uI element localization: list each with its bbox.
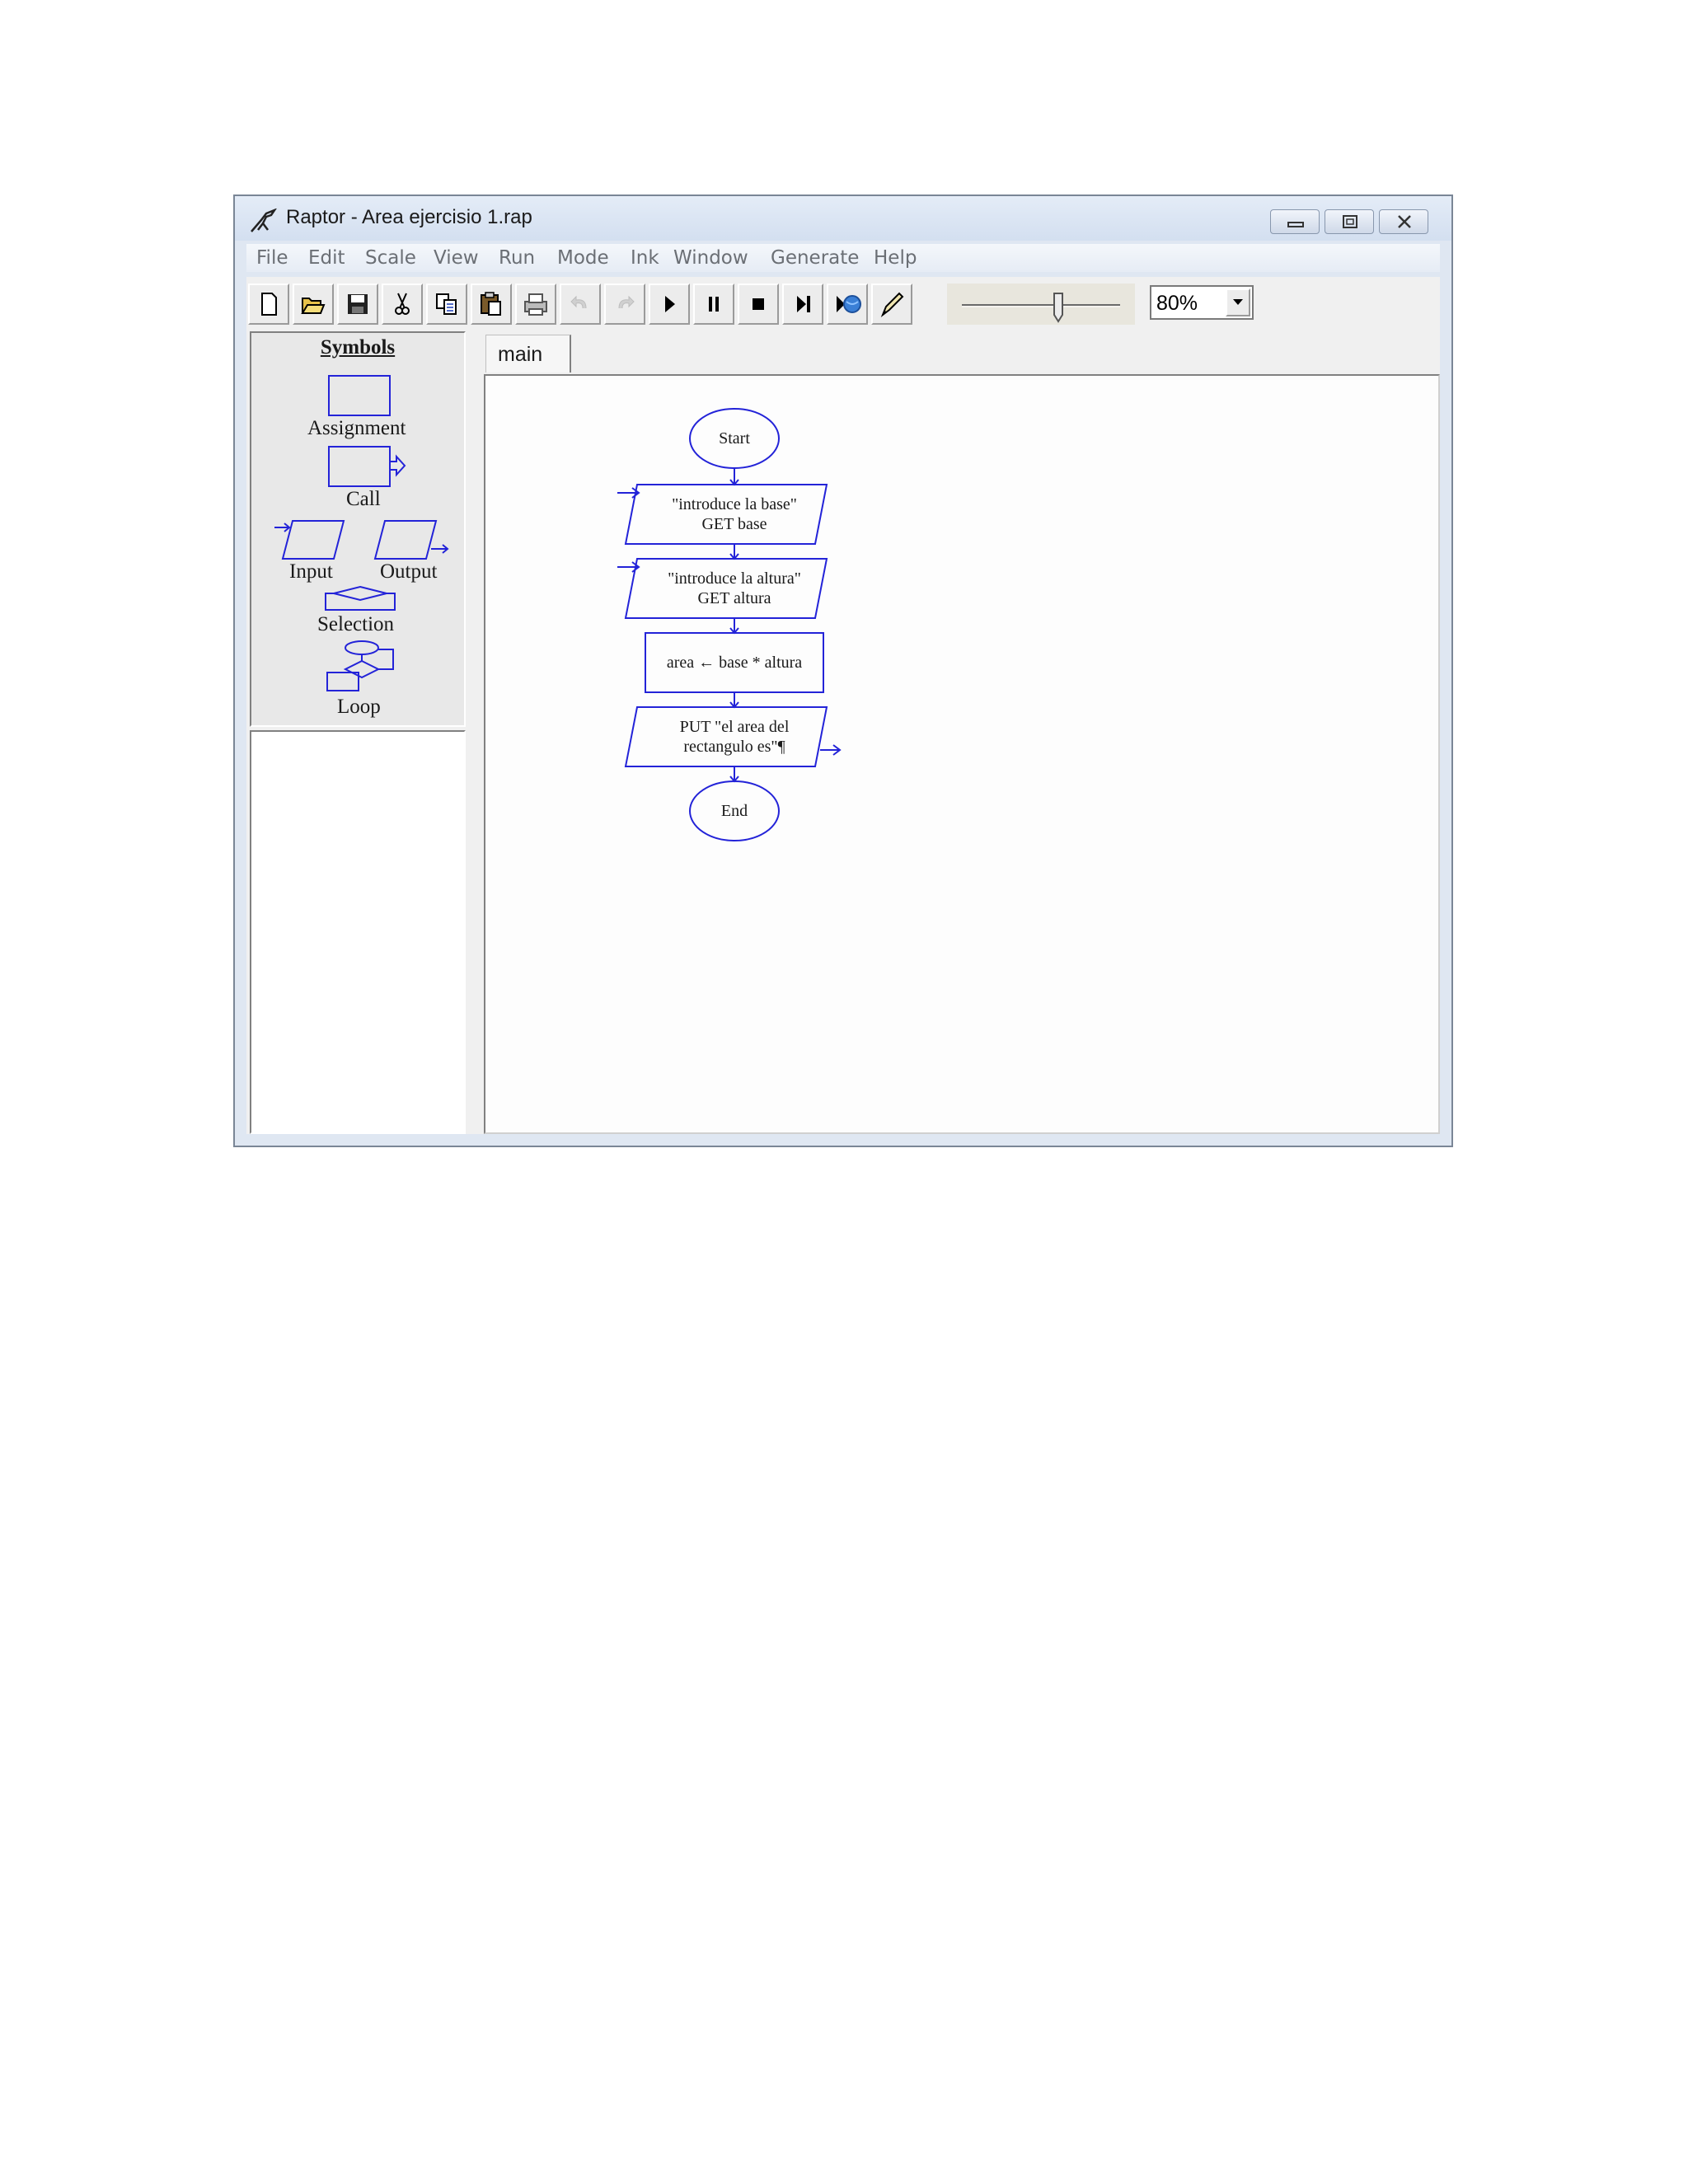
- input-altura-prompt: "introduce la altura": [668, 569, 801, 588]
- test-server-button[interactable]: [827, 284, 868, 325]
- menu-edit[interactable]: Edit: [308, 247, 345, 269]
- stop-icon: [753, 298, 764, 310]
- slider-thumb: [1053, 293, 1063, 323]
- toolbar: 80%: [246, 280, 1440, 328]
- assignment-symbol-icon[interactable]: [327, 374, 393, 417]
- loop-symbol-icon[interactable]: [324, 640, 398, 699]
- close-icon: [1398, 215, 1411, 228]
- step-button[interactable]: [782, 284, 823, 325]
- paste-icon: [481, 292, 501, 316]
- raptor-app-icon: [251, 209, 277, 232]
- chevron-down-icon: [1233, 299, 1243, 305]
- tab-main-label: main: [498, 343, 543, 366]
- flowchart-drawing: [617, 408, 842, 841]
- minimize-icon: [1287, 222, 1304, 227]
- maximize-icon: [1343, 215, 1357, 228]
- title-bar[interactable]: Raptor - Area ejercisio 1.rap: [235, 196, 1451, 241]
- save-button[interactable]: [337, 284, 378, 325]
- menu-file[interactable]: File: [256, 247, 288, 269]
- symbols-title: Symbols: [320, 336, 396, 359]
- redo-button[interactable]: [604, 284, 645, 325]
- input-altura-get: GET altura: [697, 589, 771, 607]
- cut-button[interactable]: [382, 284, 423, 325]
- selection-symbol-icon[interactable]: [322, 585, 398, 613]
- redo-icon: [618, 295, 635, 309]
- menu-window[interactable]: Window: [673, 247, 748, 269]
- save-icon: [348, 294, 368, 314]
- watch-panel: [250, 730, 466, 1134]
- pause-button[interactable]: [693, 284, 734, 325]
- undo-icon: [570, 295, 587, 309]
- paste-button[interactable]: [471, 284, 512, 325]
- selection-label: Selection: [317, 613, 395, 635]
- play-icon: [665, 296, 675, 312]
- step-icon: [797, 296, 810, 312]
- zoom-dropdown-button[interactable]: [1226, 288, 1250, 316]
- play-button[interactable]: [649, 284, 690, 325]
- cut-icon: [395, 293, 410, 315]
- output-line-2: rectangulo es"¶: [683, 738, 785, 756]
- flowchart-canvas[interactable]: Start "introduce la base" GET base "intr…: [484, 374, 1440, 1134]
- symbols-panel: Symbols Assignment Call Input Output Sel…: [250, 331, 466, 727]
- pause-icon: [709, 297, 719, 312]
- menu-generate[interactable]: Generate: [771, 247, 859, 269]
- print-button[interactable]: [515, 284, 556, 325]
- zoom-slider[interactable]: [947, 284, 1135, 325]
- output-line-1: PUT "el area del: [679, 718, 790, 736]
- output-symbol-icon[interactable]: [373, 518, 452, 562]
- input-label: Input: [289, 560, 333, 583]
- undo-button[interactable]: [560, 284, 601, 325]
- call-symbol-icon[interactable]: [327, 445, 410, 488]
- call-label: Call: [346, 488, 381, 510]
- copy-icon: [436, 293, 457, 315]
- start-label: Start: [719, 429, 750, 448]
- input-base-prompt: "introduce la base": [672, 495, 797, 513]
- loop-label: Loop: [337, 696, 381, 718]
- copy-button[interactable]: [426, 284, 467, 325]
- menu-ink[interactable]: Ink: [631, 247, 659, 269]
- assignment-label: Assignment: [307, 417, 406, 439]
- ink-pen-button[interactable]: [871, 284, 912, 325]
- open-folder-icon: [301, 298, 326, 314]
- assignment-statement: area ← base * altura: [666, 654, 803, 672]
- open-button[interactable]: [293, 284, 334, 325]
- print-icon: [524, 293, 547, 316]
- ink-pen-icon: [880, 292, 904, 317]
- app-window: Raptor - Area ejercisio 1.rap File Edit …: [233, 194, 1453, 1147]
- input-symbol-icon[interactable]: [273, 518, 347, 562]
- menu-bar: File Edit Scale View Run Mode Ink Window…: [246, 244, 1440, 272]
- window-title: Raptor - Area ejercisio 1.rap: [286, 206, 532, 228]
- minimize-button[interactable]: [1270, 209, 1320, 234]
- end-label: End: [720, 802, 748, 820]
- menu-scale[interactable]: Scale: [365, 247, 416, 269]
- close-button[interactable]: [1379, 209, 1428, 234]
- menu-help[interactable]: Help: [874, 247, 917, 269]
- tab-main[interactable]: main: [485, 335, 571, 373]
- new-button[interactable]: [248, 284, 289, 325]
- slider-track: [962, 293, 1120, 323]
- test-server-icon: [837, 295, 861, 313]
- new-file-icon: [261, 293, 277, 316]
- stop-button[interactable]: [738, 284, 779, 325]
- output-label: Output: [380, 560, 438, 583]
- menu-mode[interactable]: Mode: [557, 247, 609, 269]
- zoom-select[interactable]: 80%: [1150, 285, 1254, 320]
- client-area: 80% Symbols Assignment Call Input Output…: [246, 277, 1440, 1134]
- input-base-get: GET base: [701, 515, 767, 533]
- maximize-button[interactable]: [1325, 209, 1374, 234]
- menu-run[interactable]: Run: [499, 247, 535, 269]
- menu-view[interactable]: View: [434, 247, 479, 269]
- zoom-value: 80%: [1156, 292, 1198, 315]
